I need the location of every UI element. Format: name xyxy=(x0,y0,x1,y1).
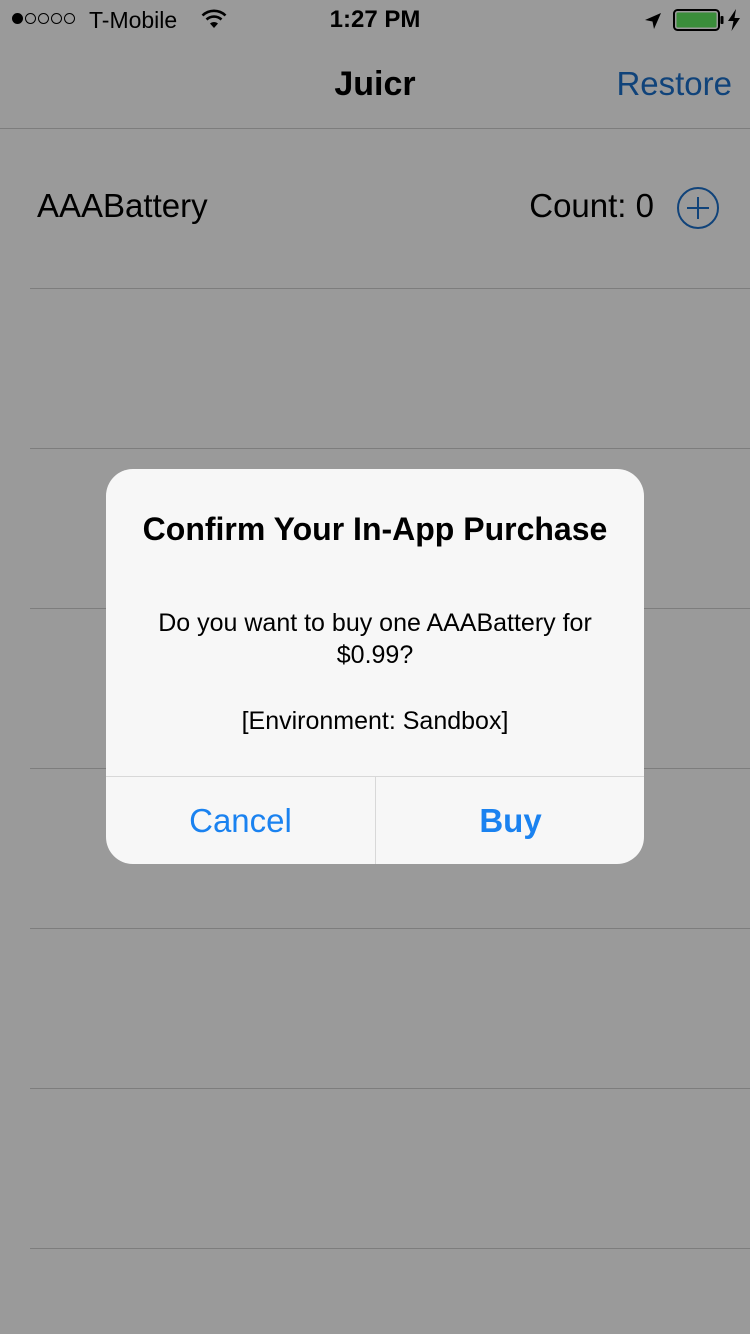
purchase-confirm-dialog: Confirm Your In-App Purchase Do you want… xyxy=(106,469,644,864)
empty-row xyxy=(0,1089,750,1249)
product-count: Count: 0 xyxy=(529,187,654,224)
status-time: 1:27 PM xyxy=(329,6,421,33)
buy-button[interactable]: Buy xyxy=(376,777,644,864)
product-name: AAABattery xyxy=(37,187,208,224)
empty-row xyxy=(0,289,750,449)
dialog-environment-note: [Environment: Sandbox] xyxy=(241,707,509,735)
cancel-button[interactable]: Cancel xyxy=(106,777,375,864)
empty-row xyxy=(0,929,750,1089)
dialog-title: Confirm Your In-App Purchase xyxy=(142,511,608,547)
charging-bolt-icon xyxy=(727,9,741,36)
battery-icon xyxy=(673,9,725,36)
restore-button[interactable]: Restore xyxy=(616,65,732,103)
status-bar: T-Mobile 1:27 PM xyxy=(0,0,750,40)
add-circle-icon[interactable] xyxy=(676,186,720,235)
list-item: AAABattery Count: 0 xyxy=(0,129,750,289)
location-icon xyxy=(643,11,663,36)
row-divider xyxy=(30,1248,750,1249)
dialog-message: Do you want to buy one AAABattery for $0… xyxy=(158,609,592,669)
navigation-bar: Juicr Restore xyxy=(0,40,750,129)
